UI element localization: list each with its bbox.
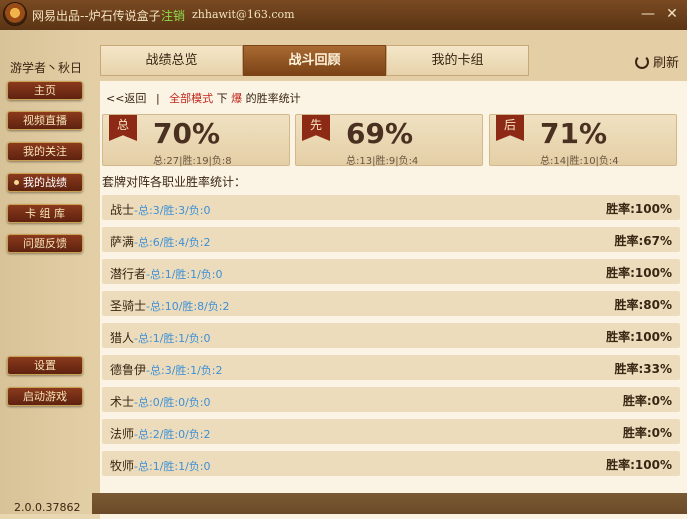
win-rate-text: 胜率:67% [614,234,672,248]
win-rate-text: 胜率:80% [614,298,672,312]
username: 游学者丶秋日 [10,61,83,75]
sidebar-item-feedback[interactable]: 问题反馈 [7,234,83,253]
section-title: 套牌对阵各职业胜率统计： [102,175,247,189]
sidebar: 游学者丶秋日 主页 视频直播 我的关注 我的战绩 卡 组 库 问题反馈 设置 启… [0,30,92,514]
win-rate: 69% [346,117,414,150]
class-name: 萨满-总:6/胜:4/负:2 [110,235,211,249]
list-item: 牧师-总:1/胜:1/负:0 胜率:100% [102,451,680,476]
stat-detail: 总:14|胜:10|负:4 [540,156,619,167]
breadcrumb-separator: | [155,92,160,105]
list-item: 潜行者-总:1/胜:1/负:0 胜率:100% [102,259,680,284]
logout-link[interactable]: 注销 [161,7,185,24]
win-rate-text: 胜率:0% [622,394,672,408]
tab-overview[interactable]: 战绩总览 [100,45,243,76]
stat-card-second: 后 71% 总:14|胜:10|负:4 [489,114,677,167]
class-name: 潜行者-总:1/胜:1/负:0 [110,267,223,281]
user-email: zhhawit@163.com [192,8,295,21]
sidebar-item-home[interactable]: 主页 [7,81,83,100]
win-rate: 71% [540,117,608,150]
settings-button[interactable]: 设置 [7,356,83,375]
win-rate: 70% [153,117,221,150]
stat-card-first: 先 69% 总:13|胜:9|负:4 [295,114,483,167]
breadcrumb-mid: 下 [216,92,228,105]
sidebar-item-live-video[interactable]: 视频直播 [7,111,83,130]
class-name: 牧师-总:1/胜:1/负:0 [110,459,211,473]
sidebar-item-following[interactable]: 我的关注 [7,142,83,161]
content-area: <<返回 | 全部模式 下 爆 的胜率统计 总 70% 总:27|胜:19|负:… [100,81,687,519]
refresh-label: 刷新 [653,56,680,71]
mode-label[interactable]: 全部模式 [169,92,213,105]
class-name: 术士-总:0/胜:0/负:0 [110,395,211,409]
win-rate-text: 胜率:100% [606,266,672,280]
sidebar-item-deck-library[interactable]: 卡 组 库 [7,204,83,223]
refresh-icon [635,55,649,69]
class-name: 圣骑士-总:10/胜:8/负:2 [110,299,230,313]
app-title: 网易出品--炉石传说盒子 [32,9,161,23]
app-logo-icon [4,3,26,25]
minimize-button[interactable]: — [638,5,658,23]
list-item: 圣骑士-总:10/胜:8/负:2 胜率:80% [102,291,680,316]
win-rate-text: 胜率:33% [614,362,672,376]
list-item: 德鲁伊-总:3/胜:1/负:2 胜率:33% [102,355,680,380]
breadcrumb: <<返回 | 全部模式 下 爆 的胜率统计 [106,90,301,106]
stat-detail: 总:13|胜:9|负:4 [346,156,419,167]
list-item: 术士-总:0/胜:0/负:0 胜率:0% [102,387,680,412]
flag-icon: 总 [109,115,137,141]
win-rate-text: 胜率:0% [622,426,672,440]
list-item: 战士-总:3/胜:3/负:0 胜率:100% [102,195,680,220]
bottom-strip [92,493,687,514]
tab-my-decks[interactable]: 我的卡组 [386,45,529,76]
class-name: 战士-总:3/胜:3/负:0 [110,203,211,217]
title-bar: 网易出品--炉石传说盒子 注销 zhhawit@163.com — ✕ [0,0,687,30]
sidebar-item-my-records[interactable]: 我的战绩 [7,173,83,192]
refresh-button[interactable]: 刷新 [635,52,679,71]
main-panel: 战绩总览 战斗回顾 我的卡组 刷新 <<返回 | 全部模式 下 爆 的胜率统计 … [92,30,687,519]
class-name: 法师-总:2/胜:0/负:2 [110,427,211,441]
class-name: 德鲁伊-总:3/胜:1/负:2 [110,363,223,377]
list-item: 猎人-总:1/胜:1/负:0 胜率:100% [102,323,680,348]
breadcrumb-end: 的胜率统计 [245,92,301,105]
close-button[interactable]: ✕ [662,5,682,23]
list-item: 萨满-总:6/胜:4/负:2 胜率:67% [102,227,680,252]
flag-icon: 后 [496,115,524,141]
active-indicator-icon [14,180,19,185]
win-rate-text: 胜率:100% [606,202,672,216]
tab-bar: 战绩总览 战斗回顾 我的卡组 [100,45,530,76]
tab-battle-review[interactable]: 战斗回顾 [243,45,386,76]
win-rate-text: 胜率:100% [606,458,672,472]
back-link[interactable]: <<返回 [106,92,146,105]
stat-card-total: 总 70% 总:27|胜:19|负:8 [102,114,290,167]
sidebar-item-label: 我的战绩 [23,176,67,189]
deck-name: 爆 [231,92,243,105]
win-rate-text: 胜率:100% [606,330,672,344]
flag-icon: 先 [302,115,330,141]
list-item: 法师-总:2/胜:0/负:2 胜率:0% [102,419,680,444]
stat-detail: 总:27|胜:19|负:8 [153,156,232,167]
launch-game-button[interactable]: 启动游戏 [7,387,83,406]
class-name: 猎人-总:1/胜:1/负:0 [110,331,211,345]
version-label: 2.0.0.37862 [14,501,81,514]
